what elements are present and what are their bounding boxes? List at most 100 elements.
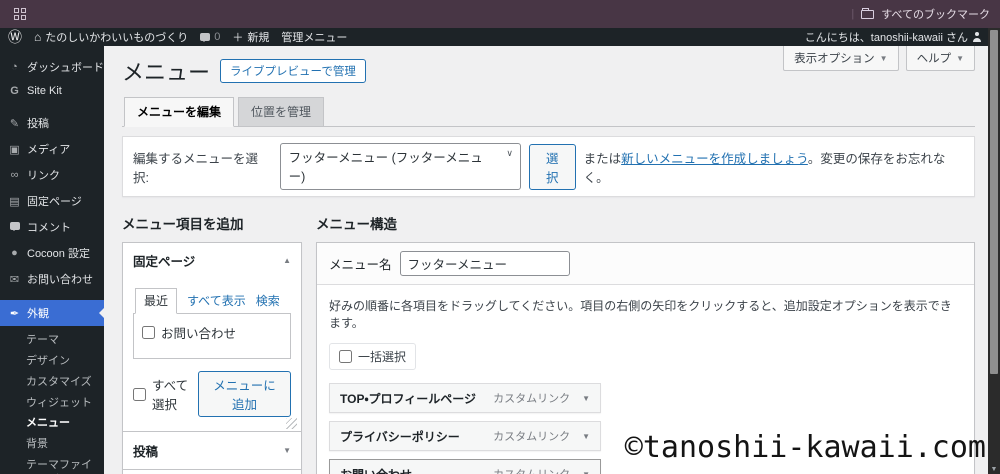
dashboard-icon: ◔ — [11, 61, 18, 73]
tab-edit-menus[interactable]: メニューを編集 — [124, 97, 235, 127]
sidebar-item-dashboard[interactable]: ◔ ダッシュボード — [0, 54, 104, 80]
submenu-item-background[interactable]: 背景 — [0, 434, 104, 455]
subtab-search[interactable]: 検索 — [256, 292, 280, 313]
chevron-down-icon[interactable]: ▼ — [582, 432, 590, 441]
submenu-item-customize[interactable]: カスタマイズ — [0, 372, 104, 393]
comment-count: 0 — [214, 31, 221, 43]
pages-subtabs: 最近 すべて表示 検索 — [133, 288, 291, 314]
posts-accordion-header[interactable]: 投稿 ▼ — [123, 431, 301, 469]
menu-select-bar: 編集するメニューを選択: フッターメニュー (フッターメニュー) ∨ 選択 また… — [122, 136, 975, 197]
comments-link[interactable]: 0 — [200, 31, 220, 43]
add-to-menu-button[interactable]: メニューに追加 — [198, 371, 291, 417]
submenu-item-widgets[interactable]: ウィジェット — [0, 393, 104, 414]
item-type-label: カスタムリンク — [493, 431, 571, 443]
tab-manage-locations[interactable]: 位置を管理 — [238, 97, 325, 126]
add-items-metabox: 固定ページ ▲ 最近 すべて表示 検索 お問い合わせ すべて選択 メニューに追加… — [122, 242, 302, 474]
scrollbar-thumb[interactable] — [990, 30, 998, 374]
menu-tabs: メニューを編集 位置を管理 — [122, 97, 975, 127]
page-title: メニュー — [122, 60, 211, 85]
envelope-icon: ✉ — [9, 273, 20, 286]
scrollbar-down-arrow[interactable]: ▼ — [988, 466, 1000, 473]
sidebar-item-site-kit[interactable]: G Site Kit — [0, 80, 104, 102]
resize-grip[interactable] — [133, 417, 297, 429]
submenu-item-themes[interactable]: テーマ — [0, 330, 104, 351]
chevron-down-icon: ▼ — [283, 446, 291, 455]
browser-toolbar: | すべてのブックマーク — [0, 0, 1000, 28]
avatar-icon — [972, 32, 982, 42]
bulk-select-top[interactable]: 一括選択 — [329, 343, 417, 370]
sidebar-item-cocoon-settings[interactable]: ● Cocoon 設定 — [0, 240, 104, 266]
chevron-down-icon: ▼ — [956, 53, 964, 63]
submenu-item-theme-editor[interactable]: テーマファイルエディター — [0, 455, 104, 474]
item-type-label: カスタムリンク — [493, 466, 570, 474]
menu-item-list: TOP・プロフィールページ カスタムリンク ▼ プライバシーポリシー カスタムリ… — [329, 383, 601, 474]
menu-structure-title: メニュー構造 — [316, 217, 397, 232]
pin-icon: ✎ — [9, 117, 20, 130]
admin-sidebar: ◔ ダッシュボード G Site Kit ✎ 投稿 ▣ メディア ∞ リンク ▤ 固定ページ… — [0, 46, 104, 474]
page-icon: ▤ — [9, 195, 20, 208]
select-menu-label: 編集するメニューを選択: — [133, 151, 259, 185]
chevron-down-icon[interactable]: ▼ — [582, 394, 590, 403]
menu-select[interactable]: フッターメニュー (フッターメニュー) ∨ — [279, 143, 521, 190]
bookmarks-folder-icon — [861, 7, 875, 19]
wordpress-icon: Ⓦ — [8, 29, 22, 45]
site-kit-icon: G — [10, 85, 19, 97]
menu-name-label: メニュー名 — [329, 258, 392, 272]
chevron-down-icon[interactable]: ▼ — [582, 470, 590, 474]
chevron-down-icon: ∨ — [506, 148, 513, 158]
appearance-submenu: テーマ デザイン カスタマイズ ウィジェット メニュー 背景 テーマファイルエデ… — [0, 326, 104, 474]
custom-links-accordion-header[interactable]: カスタムリンク ▼ — [123, 469, 301, 474]
vertical-scrollbar[interactable]: ▼ — [988, 28, 1000, 474]
media-icon: ▣ — [9, 143, 20, 156]
plus-icon: ＋ — [232, 32, 244, 44]
sidebar-item-links[interactable]: ∞ リンク — [0, 162, 104, 188]
sidebar-item-media[interactable]: ▣ メディア — [0, 136, 104, 162]
watermark-text: ©tanoshii-kawaii.com — [624, 430, 986, 465]
all-bookmarks-button[interactable]: すべてのブックマーク — [881, 6, 990, 22]
subtab-most-recent[interactable]: 最近 — [135, 288, 178, 314]
live-preview-button[interactable]: ライブプレビューで管理 — [220, 59, 366, 83]
submenu-item-menus[interactable]: メニュー — [0, 413, 104, 434]
admin-menu-item[interactable]: 管理メニュー — [281, 29, 347, 45]
admin-content: 表示オプション ▼ ヘルプ ▼ メニュー ライブプレビューで管理 メニューを編集… — [104, 46, 1000, 474]
subtab-view-all[interactable]: すべて表示 — [187, 292, 246, 313]
pages-accordion-header[interactable]: 固定ページ ▲ — [123, 243, 301, 278]
wp-logo-menu[interactable]: Ⓦ — [8, 30, 22, 44]
chevron-down-icon: ▼ — [879, 53, 888, 63]
select-all-row[interactable]: すべて選択 — [133, 375, 198, 413]
sidebar-item-pages[interactable]: ▤ 固定ページ — [0, 188, 104, 214]
pages-checklist: お問い合わせ — [133, 313, 291, 359]
sidebar-item-contact[interactable]: ✉ お問い合わせ — [0, 266, 104, 292]
select-menu-button[interactable]: 選択 — [528, 143, 576, 190]
my-account-menu[interactable]: こんにちは、tanoshii-kawaii さん — [805, 29, 982, 45]
menu-item-top-profile[interactable]: TOP・プロフィールページ カスタムリンク ▼ — [329, 383, 601, 413]
item-type-label: カスタムリンク — [493, 393, 571, 405]
submenu-item-design[interactable]: デザイン — [0, 351, 104, 372]
sidebar-item-comments[interactable]: コメント — [0, 214, 104, 240]
menu-name-input[interactable] — [399, 251, 570, 276]
link-icon: ∞ — [10, 169, 19, 181]
toolbar-divider: | — [851, 8, 855, 20]
page-checkbox-row[interactable]: お問い合わせ — [142, 323, 282, 342]
chevron-up-icon: ▲ — [283, 256, 291, 265]
cocoon-icon: ● — [11, 247, 18, 259]
wp-admin-bar: Ⓦ ⌂ たのしいかわいいものづくり 0 ＋ 新規 管理メニュー こんにちは、ta… — [0, 28, 1000, 46]
help-button[interactable]: ヘルプ ▼ — [905, 46, 975, 71]
select-all-checkbox[interactable] — [133, 387, 146, 401]
or-create-text: または新しいメニューを作成しましょう。変更の保存をお忘れなく。 — [583, 151, 946, 185]
pages-accordion-body: 最近 すべて表示 検索 お問い合わせ すべて選択 メニューに追加 — [123, 278, 301, 431]
menu-item-contact[interactable]: お問い合わせ カスタムリンク ▼ — [329, 459, 601, 474]
new-content-menu[interactable]: ＋ 新規 — [232, 29, 269, 45]
menu-item-privacy-policy[interactable]: プライバシーポリシー カスタムリンク ▼ — [329, 421, 601, 451]
brush-icon: ✒ — [9, 307, 20, 320]
comment-bubble-icon — [200, 33, 211, 42]
comments-icon — [8, 221, 21, 233]
sidebar-item-posts[interactable]: ✎ 投稿 — [0, 110, 104, 136]
sidebar-item-appearance[interactable]: ✒ 外観 — [0, 300, 104, 326]
screen-options-button[interactable]: 表示オプション ▼ — [783, 46, 899, 71]
site-name-link[interactable]: ⌂ たのしいかわいいものづくり — [34, 29, 188, 45]
page-checkbox[interactable] — [142, 326, 155, 339]
tab-groups-icon[interactable] — [14, 8, 26, 20]
create-menu-link[interactable]: 新しいメニューを作成しましょう — [621, 152, 808, 166]
bulk-select-checkbox-top[interactable] — [339, 350, 352, 363]
